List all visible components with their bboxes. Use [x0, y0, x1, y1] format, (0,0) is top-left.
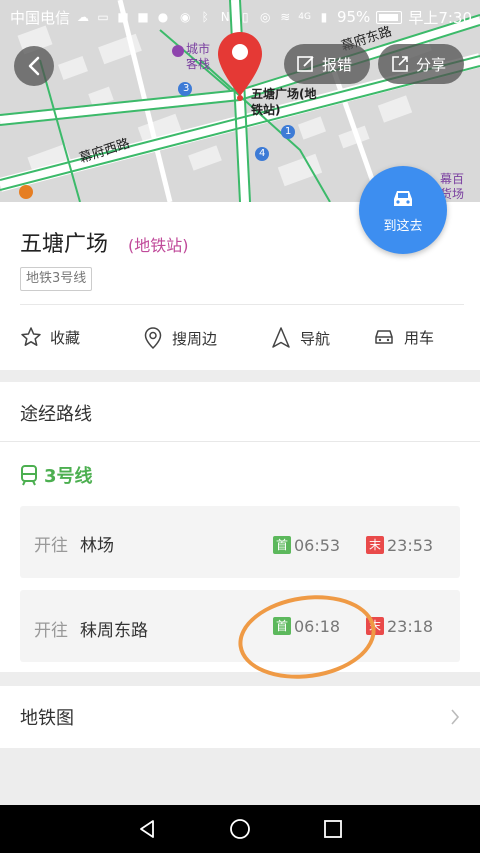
clock: 早上7:30: [408, 8, 472, 27]
signal-icon: ▮: [320, 10, 328, 24]
report-error-button[interactable]: 报错: [284, 44, 370, 84]
direction-prefix: 开往: [34, 621, 68, 641]
vibrate-icon: ▯: [241, 10, 249, 24]
system-nav-bar: [0, 805, 480, 853]
divider: [20, 304, 464, 305]
map-number-marker: 1: [285, 126, 292, 137]
metro-train-icon: [21, 465, 37, 486]
metro-map-row[interactable]: 地铁图: [0, 686, 480, 748]
cloud-icon: ☁: [77, 10, 90, 24]
location-pin-icon: [144, 327, 162, 350]
direction-prefix: 开往: [34, 536, 68, 556]
map-number-marker: 3: [183, 83, 190, 94]
navigate-button[interactable]: 导航: [270, 326, 330, 350]
navigation-arrow-icon: [272, 327, 290, 348]
back-button[interactable]: [14, 46, 54, 86]
metro-map-label: 地铁图: [20, 708, 74, 729]
car-icon: [375, 330, 393, 344]
ride-label: 用车: [404, 328, 435, 347]
star-icon: [21, 327, 41, 346]
battery-percent: 95%: [336, 8, 371, 26]
share-button[interactable]: 分享: [378, 44, 464, 84]
favorite-label: 收藏: [50, 328, 81, 347]
first-train-time: 06:53: [294, 536, 341, 555]
eye-icon: ◎: [260, 10, 271, 24]
metro-line-name: 3号线: [20, 462, 93, 488]
divider: [0, 441, 480, 442]
chat-icon: ●: [157, 10, 169, 24]
last-train-badge: 末: [366, 536, 384, 554]
share-icon: [392, 56, 408, 72]
navigate-label: 导航: [300, 329, 331, 348]
bluetooth-icon: ᛒ: [201, 10, 209, 24]
direction-row[interactable]: 开往 林场 首 06:53 末 23:53: [20, 506, 460, 578]
back-triangle-icon[interactable]: [136, 818, 158, 840]
go-here-button[interactable]: 到这去: [359, 166, 447, 254]
app-icon: ■: [137, 10, 149, 24]
carrier-label: 中国电信: [10, 8, 71, 27]
share-label: 分享: [416, 55, 447, 74]
chevron-right-icon: [451, 709, 460, 725]
poi-label: 城市客栈: [186, 42, 211, 71]
status-bar: 中国电信 ☁ ▭ ■ ■ ● ◉ ᛒ N ▯ ◎ ≋ 4G ▮ 95% 早上7:…: [0, 0, 480, 34]
place-name: 五塘广场: [20, 232, 109, 257]
last-train-time: 23:53: [387, 536, 434, 555]
metro-line-tag: 地铁3号线: [20, 267, 93, 291]
edit-icon: [297, 56, 314, 72]
ride-button[interactable]: 用车: [372, 326, 434, 348]
action-bar: 收藏 搜周边 导航 用车: [0, 318, 480, 358]
message-icon: ▭: [97, 10, 109, 24]
last-train-time: 23:18: [387, 617, 434, 636]
battery-icon: [376, 10, 403, 24]
search-nearby-button[interactable]: 搜周边: [142, 326, 217, 350]
marker-label: 五塘广场(地 铁站): [251, 87, 317, 117]
wifi-icon: ≋: [280, 10, 291, 24]
location-icon: ◉: [180, 10, 191, 24]
first-train-badge: 首: [273, 536, 291, 554]
nfc-icon: N: [220, 10, 230, 24]
map-number-marker: 4: [259, 148, 266, 159]
direction-destination: 林场: [80, 536, 114, 556]
chevron-left-icon: [28, 56, 40, 76]
report-error-label: 报错: [322, 55, 353, 74]
network-type: 4G: [298, 12, 311, 22]
search-nearby-label: 搜周边: [172, 329, 218, 348]
home-circle-icon[interactable]: [229, 818, 251, 840]
car-icon: [394, 190, 412, 206]
favorite-button[interactable]: 收藏: [20, 326, 80, 348]
recents-square-icon[interactable]: [322, 818, 344, 840]
direction-destination: 秣周东路: [80, 621, 148, 641]
go-here-label: 到这去: [383, 218, 423, 234]
app-icon: ■: [117, 10, 129, 24]
section-title: 途经路线: [20, 404, 92, 425]
place-type: (地铁站): [128, 236, 189, 255]
